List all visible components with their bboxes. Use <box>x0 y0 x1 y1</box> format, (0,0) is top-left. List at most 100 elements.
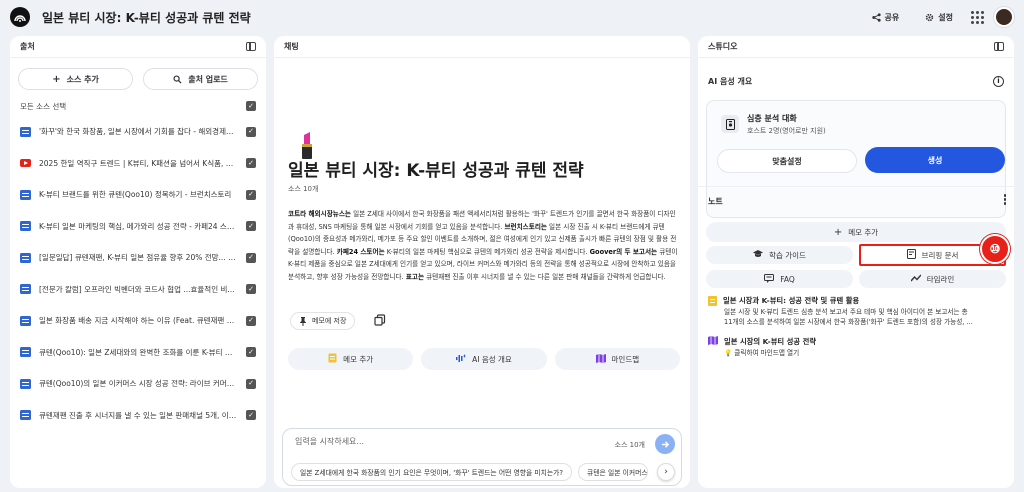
document-icon <box>20 347 31 358</box>
settings-label: 설정 <box>938 12 953 22</box>
generate-button[interactable]: 생성 <box>865 147 1005 173</box>
source-item-label: [일문일답] 큐텐재팬, K-뷰티 일본 점유율 향후 20% 전망... 인.… <box>39 253 238 263</box>
action-label: 메모 추가 <box>343 354 374 364</box>
info-icon[interactable]: i <box>993 76 1004 87</box>
source-checkbox[interactable]: ✓ <box>246 189 256 200</box>
document-icon <box>20 315 31 326</box>
collapse-panel-icon[interactable] <box>246 42 256 51</box>
copy-icon[interactable] <box>374 314 386 326</box>
studio-header-label: 스튜디오 <box>708 42 738 51</box>
suggestion-chip[interactable]: 일본 Z세대에게 한국 화장품의 인기 요인은 무엇이며, '화꾸' 트렌드는 … <box>291 463 573 481</box>
source-item-label: K-뷰티 브랜드를 위한 큐텐(Qoo10) 정복하기 - 브런치스토리 <box>39 190 232 200</box>
source-checkbox[interactable]: ✓ <box>246 315 256 326</box>
send-arrow-icon <box>661 440 669 448</box>
mindmap-icon <box>595 353 606 365</box>
note-action-button[interactable]: 메모 추가 <box>288 348 414 370</box>
sources-header: 출처 <box>10 36 266 58</box>
share-icon <box>871 12 881 22</box>
audio-file-icon <box>721 115 739 133</box>
source-item-label: K-뷰티 일본 마케팅의 핵심, 메가와리 성공 전략 - 카페24 스토... <box>39 221 238 231</box>
source-checkbox[interactable]: ✓ <box>246 221 256 232</box>
action-label: 마인드맵 <box>611 354 640 364</box>
customize-button[interactable]: 맞춤설정 <box>717 149 857 173</box>
note-type-button-timeline[interactable]: 타임라인 <box>859 270 1006 288</box>
studio-panel: 스튜디오 AI 음성 개요 i 심층 분석 대화 호스트 2명(영어로만 지원)… <box>698 36 1014 488</box>
save-to-memo-button[interactable]: 메모에 저장 <box>290 312 356 330</box>
suggestion-row: 일본 Z세대에게 한국 화장품의 인기 요인은 무엇이며, '화꾸' 트렌드는 … <box>291 463 649 481</box>
collapse-panel-icon[interactable] <box>994 42 1004 51</box>
summary-text: K-뷰티의 일본 마케팅 핵심으로 큐텐의 메가와리 성공 전략을 제시합니다. <box>384 247 590 256</box>
audio-action-button[interactable]: AI 음성 개요 <box>421 348 547 370</box>
source-item[interactable]: K-뷰티 일본 마케팅의 핵심, 메가와리 성공 전략 - 카페24 스토...… <box>10 211 266 243</box>
note-title: 일본 시장의 K-뷰티 성공 전략 <box>724 336 817 346</box>
step-number-badge: ⑩ <box>980 234 1010 264</box>
mindmap-action-button[interactable]: 마인드맵 <box>554 348 680 370</box>
source-checkbox[interactable]: ✓ <box>246 252 256 263</box>
suggestion-next-button[interactable]: › <box>657 463 675 481</box>
send-button[interactable] <box>655 434 675 454</box>
document-icon <box>20 284 31 295</box>
source-item-label: '화꾸'와 한국 화장품, 일본 시장에서 기회를 잡다 - 해외경제정... <box>39 127 238 137</box>
settings-button[interactable]: 설정 <box>917 7 961 27</box>
more-options-icon[interactable] <box>1003 194 1006 205</box>
source-item[interactable]: [일문일답] 큐텐재팬, K-뷰티 일본 점유율 향후 20% 전망... 인.… <box>10 242 266 274</box>
deep-dive-title: 심층 분석 대화 <box>747 114 797 123</box>
note-item[interactable]: 일본 시장의 K-뷰티 성공 전략 💡 클릭하여 마인드맵 열기 <box>708 336 1008 358</box>
document-icon <box>20 126 31 137</box>
summary-source-name: Goover의 두 보고서는 <box>589 247 658 256</box>
select-all-row[interactable]: 모든 소스 선택 ✓ <box>10 96 266 116</box>
gear-icon <box>926 13 934 21</box>
app-logo-icon[interactable] <box>10 7 30 27</box>
source-item[interactable]: 2025 한일 역직구 트렌드 | K뷰티, K패션을 넘어서 K식품, K세.… <box>10 148 266 180</box>
note-body-line: 일본 시장 및 K-뷰티 트렌드 심층 분석 보고서 주요 테마 및 핵심 아이… <box>724 308 968 316</box>
summary-text: 큐텐재팬 진출 이후 시너지를 낼 수 있는 다른 일본 판매 채널들을 간략하… <box>424 272 666 281</box>
notebook-title[interactable]: 일본 뷰티 시장: K-뷰티 성공과 큐텐 전략 <box>42 9 251 26</box>
note-type-button-faq[interactable]: FAQ <box>706 270 853 288</box>
upload-source-button[interactable]: 출처 업로드 <box>143 68 258 90</box>
note-type-label: 타임라인 <box>926 274 955 284</box>
add-memo-button[interactable]: + 메모 추가 <box>706 222 1006 242</box>
search-icon <box>173 74 182 84</box>
add-source-button[interactable]: + 소스 추가 <box>18 68 133 90</box>
chat-action-row: 메모 추가 AI 음성 개요 마인드맵 <box>288 348 680 370</box>
top-bar: 일본 뷰티 시장: K-뷰티 성공과 큐텐 전략 공유 설정 <box>0 0 1024 34</box>
source-item[interactable]: K-뷰티 브랜드를 위한 큐텐(Qoo10) 정복하기 - 브런치스토리 ✓ <box>10 179 266 211</box>
note-type-button-grad[interactable]: 학습 가이드 <box>706 246 853 264</box>
mindmap-icon <box>708 336 718 347</box>
chat-input[interactable] <box>295 437 595 446</box>
graduation-cap-icon <box>753 250 764 260</box>
note-type-label: 학습 가이드 <box>769 250 806 260</box>
action-label: AI 음성 개요 <box>472 354 512 364</box>
document-icon <box>20 189 31 200</box>
chat-input-box: 소스 10개 일본 Z세대에게 한국 화장품의 인기 요인은 무엇이며, '화꾸… <box>282 428 682 486</box>
source-item[interactable]: '화꾸'와 한국 화장품, 일본 시장에서 기회를 잡다 - 해외경제정... ✓ <box>10 116 266 148</box>
source-checkbox[interactable]: ✓ <box>246 378 256 389</box>
note-body-line: 11개의 소스를 분석하여 일본 시장에서 한국 화장품('화꾸' 트렌드 포함… <box>724 318 973 326</box>
chat-header-label: 채팅 <box>284 42 299 51</box>
source-checkbox[interactable]: ✓ <box>246 158 256 169</box>
source-item[interactable]: 큐텐재팬 진출 후 시너지를 낼 수 있는 일본 판매채널 5개, 이 ... ✓ <box>10 400 266 432</box>
note-item[interactable]: 일본 시장과 K-뷰티: 성공 전략 및 큐텐 활용 일본 시장 및 K-뷰티 트… <box>708 296 1008 327</box>
source-checkbox[interactable]: ✓ <box>246 126 256 137</box>
select-all-checkbox[interactable]: ✓ <box>246 101 256 111</box>
source-item[interactable]: 큐텐(Qoo10)의 일본 이커머스 시장 성공 전략: 라이브 커머스... ✓ <box>10 368 266 400</box>
source-checkbox[interactable]: ✓ <box>246 410 256 421</box>
summary-source-name: 브런치스토리는 <box>504 222 547 231</box>
apps-grid-icon[interactable] <box>971 10 984 24</box>
audio-overview-title: AI 음성 개요 <box>708 77 753 86</box>
source-item-label: 큐텐재팬 진출 후 시너지를 낼 수 있는 일본 판매채널 5개, 이 ... <box>39 410 238 420</box>
share-button[interactable]: 공유 <box>864 7 908 27</box>
source-item[interactable]: [전문가 칼럼] 오프라인 빅벤더와 코드사 협업 ...효율적인 비... ✓ <box>10 274 266 306</box>
suggestion-chip[interactable]: 큐텐은 일본 이커머스 <box>578 463 649 481</box>
input-source-count: 소스 10개 <box>614 441 645 449</box>
note-body: 💡 클릭하여 마인드맵 열기 <box>708 348 1008 358</box>
source-checkbox[interactable]: ✓ <box>246 284 256 295</box>
summary-source-name: 코트라 해외시장뉴스는 <box>288 210 351 218</box>
source-item[interactable]: 큐텐(Qoo10): 일본 Z세대와의 완벽한 조화를 이룬 K-뷰티 라...… <box>10 337 266 369</box>
source-checkbox[interactable]: ✓ <box>246 347 256 358</box>
user-avatar[interactable] <box>994 7 1014 27</box>
youtube-icon <box>20 159 31 168</box>
source-item[interactable]: 일본 화장품 배송 지금 시작해야 하는 이유 (Feat. 큐텐재팬 배...… <box>10 305 266 337</box>
share-label: 공유 <box>884 12 900 22</box>
studio-header: 스튜디오 <box>698 36 1014 58</box>
